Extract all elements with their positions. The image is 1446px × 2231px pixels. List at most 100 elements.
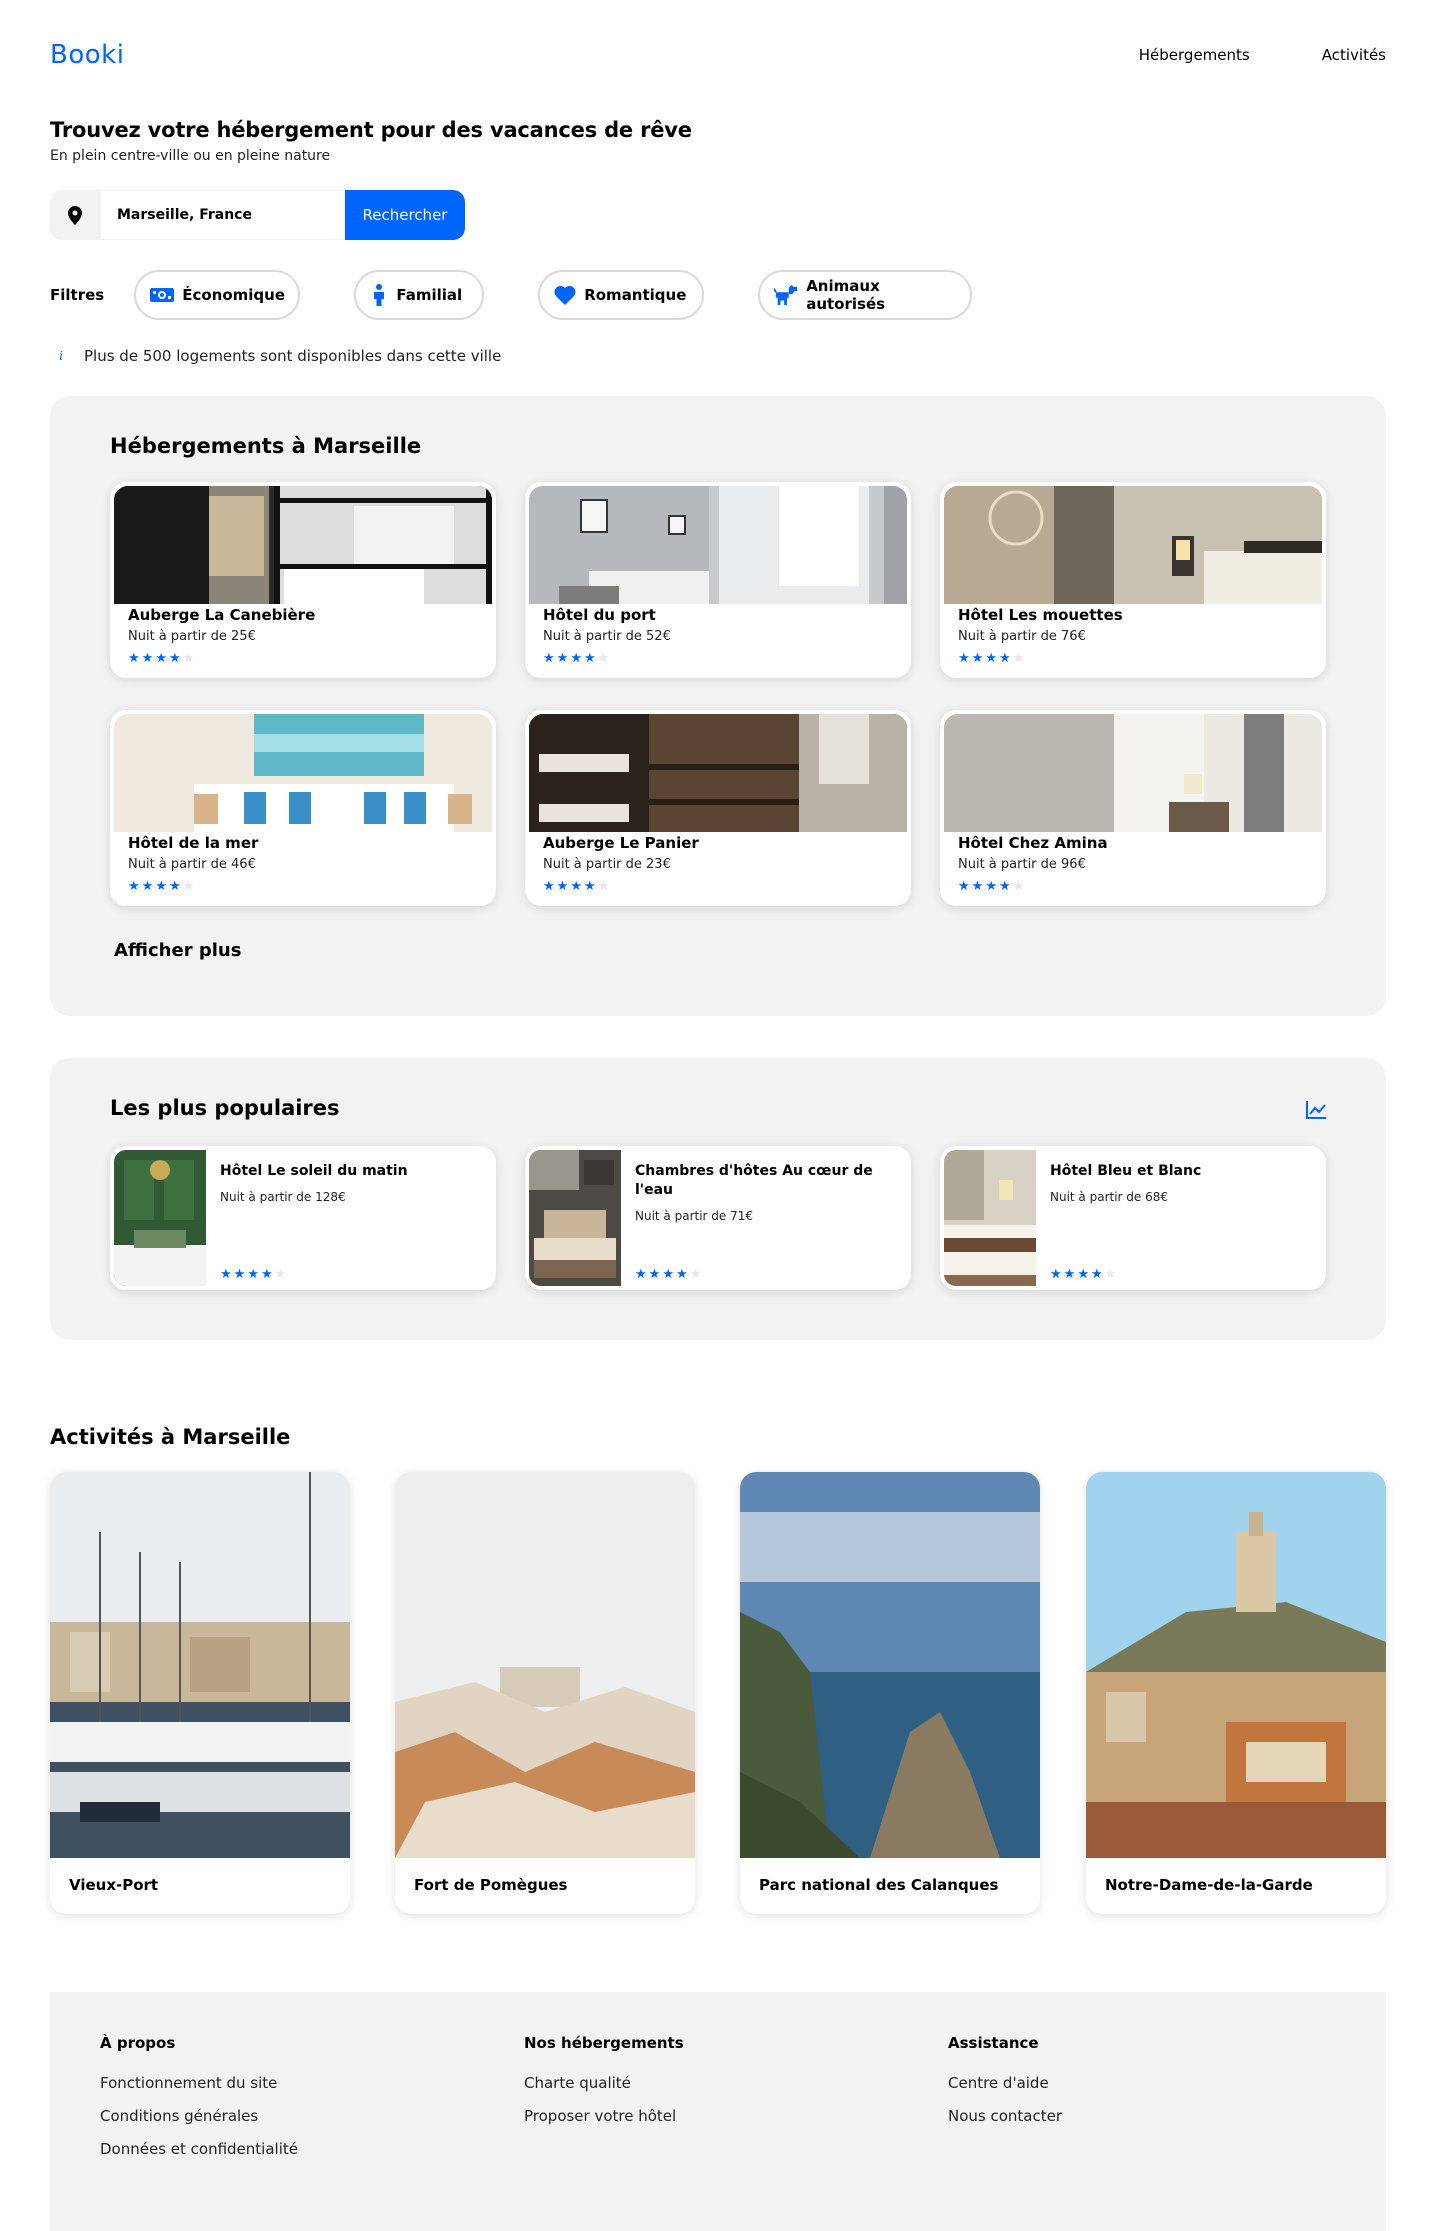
show-more-link[interactable]: Afficher plus [114, 940, 241, 961]
hero: Trouvez votre hébergement pour des vacan… [50, 118, 692, 164]
hotel-card[interactable]: Hôtel de la mer Nuit à partir de 46€ ★ ★ ★… [110, 710, 496, 906]
star-empty-icon: ★ [182, 879, 195, 894]
hotel-price: Nuit à partir de 76€ [958, 629, 1086, 644]
footer-link[interactable]: Centre d'aide [948, 2074, 1062, 2092]
hotel-price: Nuit à partir de 23€ [543, 857, 671, 872]
footer-link[interactable]: Nous contacter [948, 2107, 1062, 2125]
logo[interactable]: Booki [50, 40, 124, 70]
footer-heading: Nos hébergements [524, 2034, 684, 2052]
rating-stars: ★ ★ ★ ★ ★ [128, 652, 194, 665]
popular-card[interactable]: Hôtel Bleu et Blanc Nuit à partir de 68€… [940, 1146, 1326, 1290]
search-input[interactable]: Marseille, France [100, 190, 345, 240]
filter-familial[interactable]: Familial [354, 270, 485, 320]
star-filled-icon: ★ [998, 651, 1011, 666]
hotel-card[interactable]: Hôtel Chez Amina Nuit à partir de 96€ ★ ★… [940, 710, 1326, 906]
hotel-price: Nuit à partir de 46€ [128, 857, 256, 872]
rating-stars: ★ ★ ★ ★ ★ [220, 1268, 286, 1281]
hotel-card[interactable]: Auberge La Canebière Nuit à partir de 25… [110, 482, 496, 678]
footer-column: Nos hébergements Charte qualité Proposer… [524, 2034, 684, 2140]
rating-stars: ★ ★ ★ ★ ★ [128, 880, 194, 893]
filter-animaux[interactable]: Animaux autorisés [758, 270, 973, 320]
popular-price: Nuit à partir de 68€ [1050, 1190, 1169, 1204]
footer-link[interactable]: Conditions générales [100, 2107, 298, 2125]
footer-link[interactable]: Fonctionnement du site [100, 2074, 298, 2092]
activity-name: Parc national des Calanques [759, 1876, 999, 1894]
star-filled-icon: ★ [141, 879, 154, 894]
filter-label: Animaux autorisés [806, 277, 886, 313]
activity-name: Notre-Dame-de-la-Garde [1105, 1876, 1313, 1894]
star-empty-icon: ★ [1012, 651, 1025, 666]
activity-image [50, 1472, 350, 1858]
star-filled-icon: ★ [958, 879, 970, 894]
popular-price: Nuit à partir de 71€ [635, 1209, 754, 1223]
rating-stars: ★ ★ ★ ★ ★ [958, 652, 1024, 665]
star-filled-icon: ★ [1050, 1267, 1062, 1282]
rating-stars: ★ ★ ★ ★ ★ [543, 652, 609, 665]
hotel-name: Auberge La Canebière [128, 606, 316, 624]
hotel-card[interactable]: Hôtel du port Nuit à partir de 52€ ★ ★ ★ ★ ★ [525, 482, 911, 678]
hotel-image [114, 714, 492, 832]
activity-image [395, 1472, 695, 1858]
hotel-card[interactable]: Auberge Le Panier Nuit à partir de 23€ ★… [525, 710, 911, 906]
star-filled-icon: ★ [155, 651, 167, 666]
hotel-name: Hôtel Chez Amina [958, 834, 1108, 852]
star-filled-icon: ★ [998, 879, 1011, 894]
star-filled-icon: ★ [583, 651, 596, 666]
star-filled-icon: ★ [128, 879, 140, 894]
heart-icon [554, 283, 576, 307]
star-empty-icon: ★ [274, 1267, 287, 1282]
star-empty-icon: ★ [1104, 1267, 1117, 1282]
star-filled-icon: ★ [543, 879, 555, 894]
footer-link[interactable]: Charte qualité [524, 2074, 684, 2092]
activity-card[interactable]: Parc national des Calanques [740, 1472, 1040, 1914]
search-bar: Marseille, France Rechercher [50, 190, 465, 240]
popular-image [529, 1150, 621, 1286]
hero-subtitle: En plein centre-ville ou en pleine natur… [50, 148, 331, 164]
star-empty-icon: ★ [1012, 879, 1025, 894]
footer-link[interactable]: Proposer votre hôtel [524, 2107, 684, 2125]
activity-card[interactable]: Fort de Pomègues [395, 1472, 695, 1914]
search-button[interactable]: Rechercher [345, 190, 465, 240]
star-filled-icon: ★ [570, 651, 582, 666]
footer-link[interactable]: Données et confidentialité [100, 2140, 298, 2158]
filter-romantique[interactable]: Romantique [538, 270, 705, 320]
dog-icon [774, 283, 798, 307]
hotel-card[interactable]: Hôtel Les mouettes Nuit à partir de 76€ … [940, 482, 1326, 678]
hotel-name: Hôtel Les mouettes [958, 606, 1123, 624]
star-filled-icon: ★ [155, 879, 167, 894]
accommodations-title: Hébergements à Marseille [110, 434, 422, 458]
popular-name: Chambres d'hôtes Au cœur de l'eau [635, 1163, 873, 1198]
filter-economique[interactable]: Économique [134, 270, 301, 320]
filters-label: Filtres [50, 286, 105, 304]
activity-name: Vieux-Port [69, 1876, 159, 1894]
hotel-image [529, 714, 907, 832]
info-icon: i [50, 345, 72, 367]
hotel-image [944, 486, 1322, 604]
popular-card[interactable]: Chambres d'hôtes Au cœur de l'eau Nuit à… [525, 1146, 911, 1290]
popular-section: Les plus populaires Hôtel Le soleil du m… [50, 1058, 1386, 1340]
filter-label: Économique [182, 286, 285, 304]
popular-title: Les plus populaires [110, 1096, 340, 1120]
star-filled-icon: ★ [583, 879, 596, 894]
nav-activites[interactable]: Activités [1322, 46, 1386, 64]
star-empty-icon: ★ [182, 651, 195, 666]
star-filled-icon: ★ [570, 879, 582, 894]
star-filled-icon: ★ [247, 1267, 259, 1282]
popular-name: Hôtel Le soleil du matin [220, 1163, 408, 1179]
main-nav: Hébergements Activités [1139, 46, 1386, 64]
star-filled-icon: ★ [662, 1267, 674, 1282]
star-filled-icon: ★ [168, 651, 181, 666]
popular-card[interactable]: Hôtel Le soleil du matin Nuit à partir d… [110, 1146, 496, 1290]
footer-heading: Assistance [948, 2034, 1039, 2052]
money-icon [150, 283, 175, 307]
star-filled-icon: ★ [543, 651, 555, 666]
footer-column: Assistance Centre d'aide Nous contacter [948, 2034, 1062, 2140]
activity-card[interactable]: Notre-Dame-de-la-Garde [1086, 1472, 1386, 1914]
star-filled-icon: ★ [1077, 1267, 1089, 1282]
info-message: i Plus de 500 logements sont disponibles… [50, 345, 501, 367]
hotel-price: Nuit à partir de 25€ [128, 629, 256, 644]
nav-hebergements[interactable]: Hébergements [1139, 46, 1250, 64]
star-filled-icon: ★ [675, 1267, 688, 1282]
activity-card[interactable]: Vieux-Port [50, 1472, 350, 1914]
hotel-price: Nuit à partir de 52€ [543, 629, 671, 644]
